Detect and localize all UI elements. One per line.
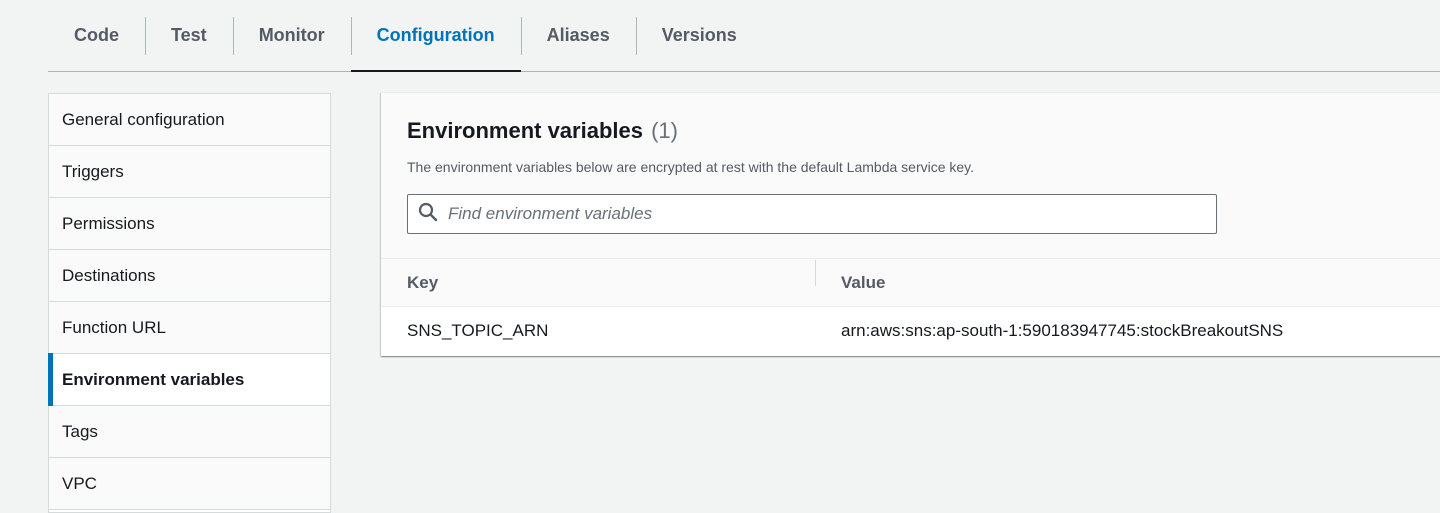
- panel-title-text: Environment variables: [407, 118, 643, 143]
- search-input[interactable]: [448, 204, 1188, 224]
- sidebar-item-tags[interactable]: Tags: [49, 406, 330, 458]
- tab-code[interactable]: Code: [48, 0, 145, 71]
- env-var-key: SNS_TOPIC_ARN: [407, 321, 549, 340]
- environment-variables-panel: Environment variables (1) The environmen…: [381, 92, 1440, 356]
- column-header-key[interactable]: Key: [381, 273, 815, 293]
- configuration-sidebar: General configuration Triggers Permissio…: [48, 93, 331, 513]
- sidebar-item-function-url[interactable]: Function URL: [49, 302, 330, 354]
- tab-test[interactable]: Test: [145, 0, 233, 71]
- env-var-value: arn:aws:sns:ap-south-1:590183947745:stoc…: [841, 321, 1284, 340]
- sidebar-item-destinations[interactable]: Destinations: [49, 250, 330, 302]
- sidebar-item-triggers[interactable]: Triggers: [49, 146, 330, 198]
- table-header: Key Value: [381, 259, 1440, 307]
- panel-title: Environment variables (1): [407, 118, 1425, 144]
- panel-description: The environment variables below are encr…: [407, 159, 975, 175]
- function-tabs: Code Test Monitor Configuration Aliases …: [48, 0, 1440, 72]
- panel-header: Environment variables (1) The environmen…: [381, 93, 1440, 259]
- table-row: SNS_TOPIC_ARN arn:aws:sns:ap-south-1:590…: [381, 307, 1440, 355]
- search-icon: [418, 202, 438, 227]
- column-header-value[interactable]: Value: [815, 259, 885, 293]
- sidebar-item-general-configuration[interactable]: General configuration: [49, 94, 330, 146]
- tab-configuration[interactable]: Configuration: [350, 0, 521, 72]
- sidebar-item-vpc[interactable]: VPC: [49, 458, 330, 510]
- sidebar-item-permissions[interactable]: Permissions: [49, 198, 330, 250]
- variable-count: (1): [651, 118, 678, 143]
- tab-aliases[interactable]: Aliases: [520, 0, 636, 71]
- tab-monitor[interactable]: Monitor: [232, 0, 351, 71]
- search-box[interactable]: [407, 194, 1217, 234]
- tab-versions[interactable]: Versions: [635, 0, 763, 71]
- sidebar-item-environment-variables[interactable]: Environment variables: [48, 353, 330, 406]
